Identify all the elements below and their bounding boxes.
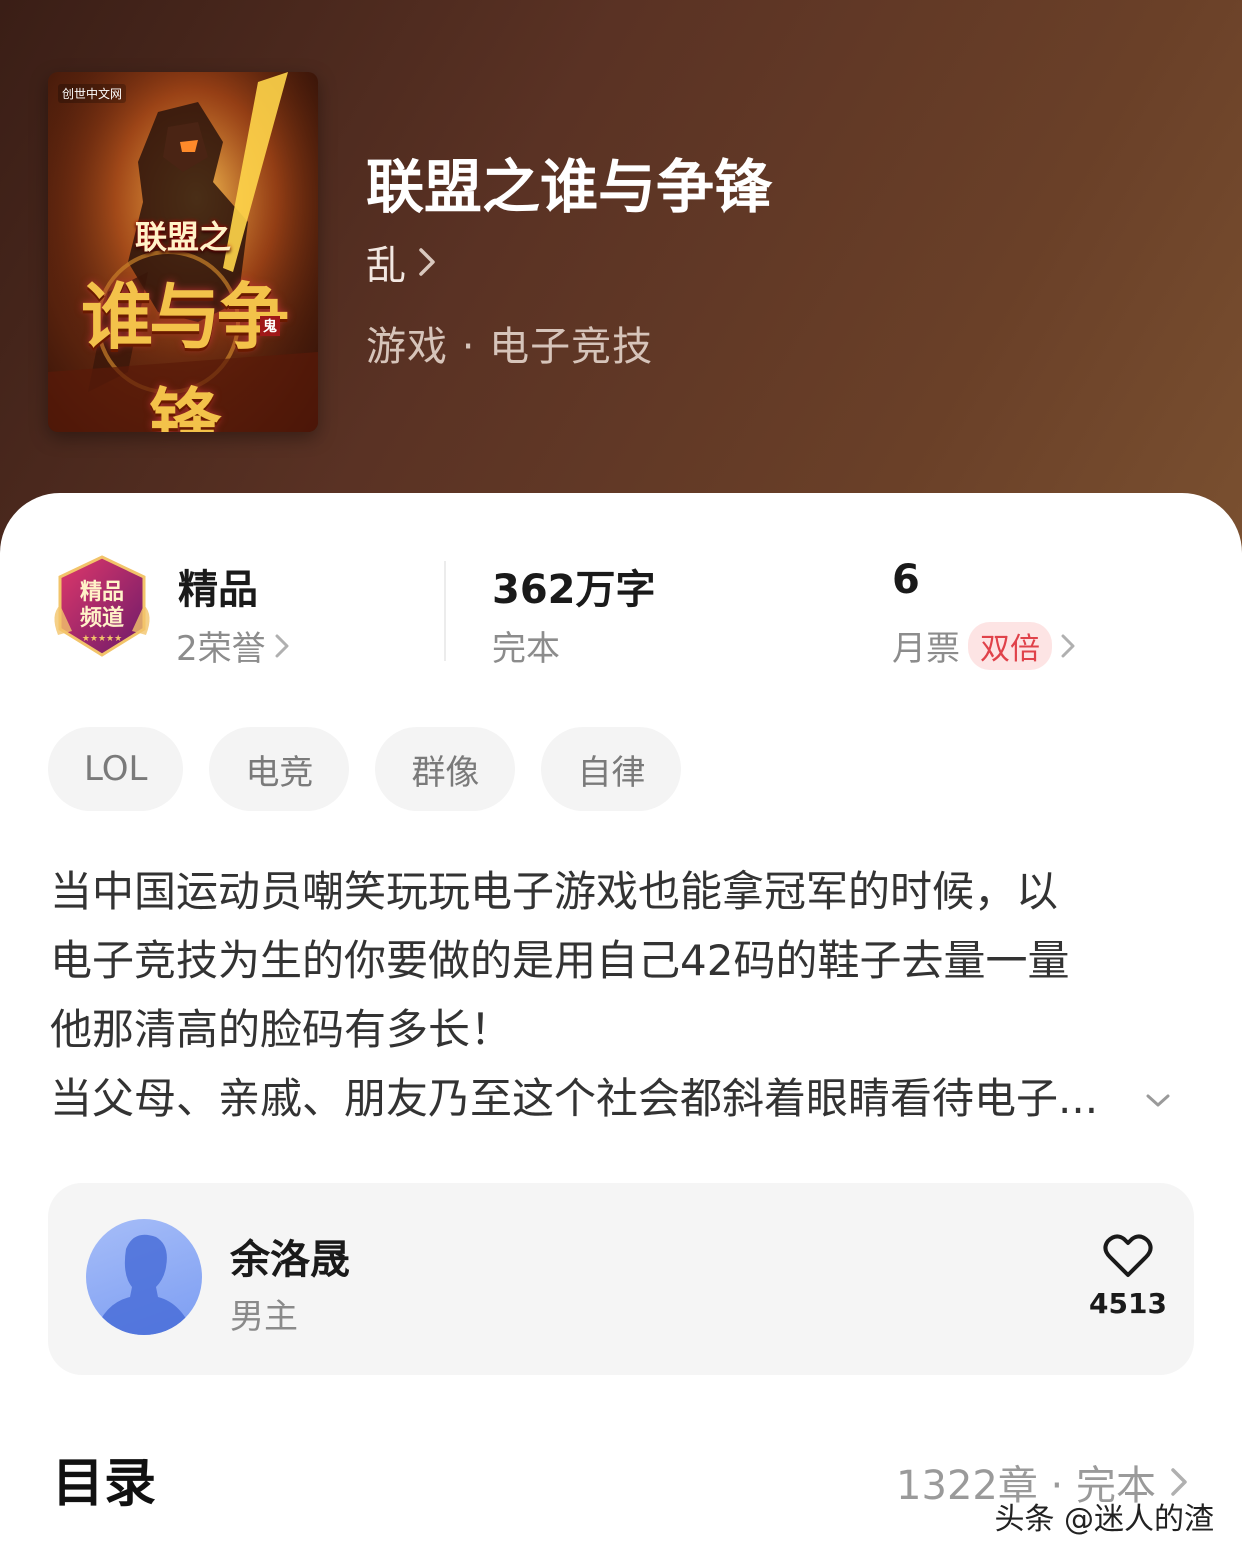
expand-description-button[interactable]: [1120, 1073, 1196, 1129]
double-badge: 双倍: [968, 621, 1052, 670]
tag-chip[interactable]: 电竞: [209, 727, 350, 811]
monthly-ticket-link[interactable]: 月票 双倍: [892, 621, 1076, 670]
character-role: 男主: [230, 1297, 298, 1337]
chevron-down-icon: [1146, 1094, 1170, 1107]
completion-status: 完本: [492, 621, 560, 670]
watermark: 头条 @迷人的渣: [994, 1502, 1214, 1537]
monthly-ticket-label: 月票: [892, 629, 960, 669]
stats-row: 精品 频道 ★★★★★ 精品 2荣誉 362万字 完本 6 月票 双倍: [0, 493, 1242, 693]
book-title: 联盟之谁与争锋: [366, 153, 773, 221]
character-avatar: [86, 1219, 202, 1335]
description-line: 当父母、亲戚、朋友乃至这个社会都斜着眼睛看待电子...: [50, 1074, 1099, 1123]
svg-text:频道: 频道: [80, 605, 124, 631]
like-count: 4513: [1089, 1287, 1167, 1320]
character-card[interactable]: 余洛晟 男主 4513: [48, 1183, 1194, 1375]
svg-text:精品: 精品: [80, 579, 124, 605]
honor-count: 2荣誉: [176, 629, 266, 669]
heart-icon: [1103, 1234, 1153, 1277]
tag-chip[interactable]: 群像: [375, 727, 516, 811]
book-cover-image[interactable]: 创世中文网 联盟之 谁与争锋 鬼: [48, 72, 318, 432]
toc-title: 目录: [52, 1454, 157, 1514]
tag-chip[interactable]: 自律: [541, 727, 682, 811]
quality-title: 精品: [178, 567, 258, 613]
author-link[interactable]: 乱: [366, 236, 436, 289]
tag-list: LOL 电竞 群像 自律: [48, 727, 682, 811]
cover-title-line2: 谁与争锋: [80, 274, 289, 432]
cover-publisher-badge: 创世中文网: [58, 84, 127, 103]
description-line: 他那清高的脸码有多长！: [50, 1005, 513, 1054]
stats-divider: [444, 561, 446, 661]
word-count: 362万字: [492, 567, 656, 613]
cover-author-mark: 鬼: [260, 316, 280, 336]
book-header: 创世中文网 联盟之 谁与争锋 鬼 联盟之谁与争锋 乱 游戏 · 电子竞技: [0, 0, 1242, 560]
like-button[interactable]: 4513: [1088, 1233, 1168, 1320]
description-line: 当中国运动员嘲笑玩玩电子游戏也能拿冠军的时候，以: [50, 867, 1059, 916]
chevron-right-icon: [275, 634, 289, 657]
quality-badge-icon: 精品 频道 ★★★★★: [54, 555, 150, 657]
book-description[interactable]: 当中国运动员嘲笑玩玩电子游戏也能拿冠军的时候，以 电子竞技为生的你要做的是用自己…: [50, 857, 1190, 1133]
description-line: 电子竞技为生的你要做的是用自己42码的鞋子去量一量: [50, 936, 1070, 985]
svg-text:★★★★★: ★★★★★: [82, 634, 122, 644]
completion-status-label: 完本: [492, 629, 560, 669]
character-name: 余洛晟: [230, 1237, 350, 1283]
chevron-right-icon: [1061, 634, 1075, 657]
person-silhouette-icon: [94, 1234, 194, 1335]
chevron-right-icon: [1171, 1468, 1187, 1496]
author-name: 乱: [366, 243, 406, 289]
tag-chip[interactable]: LOL: [48, 727, 184, 811]
book-detail-card: 精品 频道 ★★★★★ 精品 2荣誉 362万字 完本 6 月票 双倍 LOL …: [0, 493, 1242, 1564]
chevron-right-icon: [419, 248, 435, 276]
honor-link[interactable]: 2荣誉: [176, 621, 290, 670]
book-genre: 游戏 · 电子竞技: [366, 324, 654, 370]
monthly-ticket-count: 6: [892, 557, 920, 603]
cover-title-line1: 联盟之: [134, 218, 231, 256]
